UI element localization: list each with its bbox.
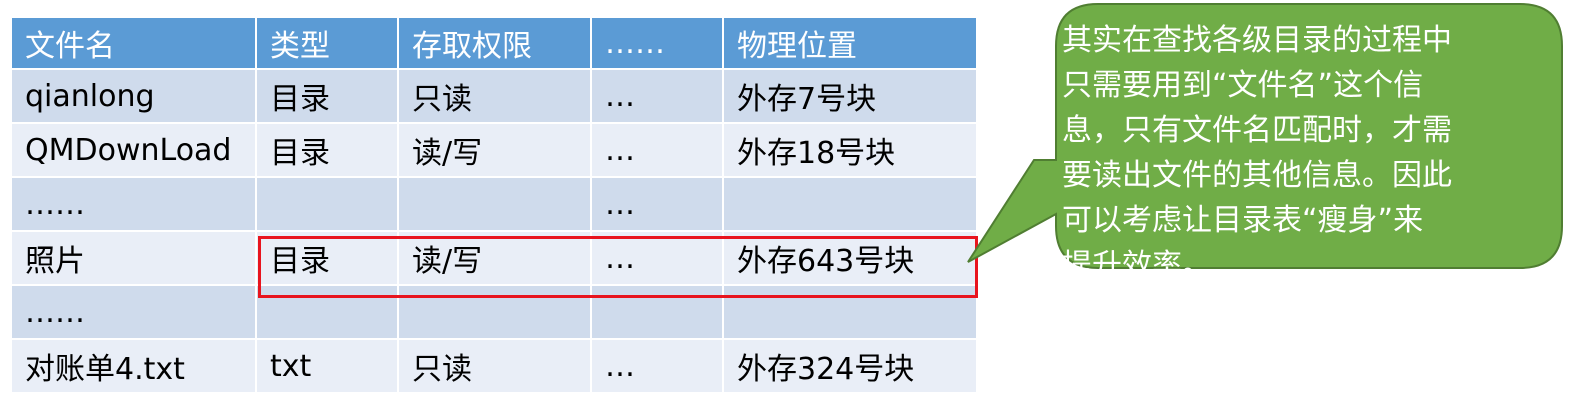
- cell-location: 外存18号块: [722, 122, 978, 178]
- table-header-row: 文件名 类型 存取权限 …… 物理位置: [10, 16, 978, 70]
- header-access: 存取权限: [397, 16, 592, 70]
- cell-ellipsis: [590, 284, 724, 340]
- cell-type: 目录: [255, 230, 399, 286]
- cell-filename: 照片: [10, 230, 257, 286]
- table-row: 对账单4.txt txt 只读 … 外存324号块: [10, 338, 978, 394]
- cell-location: 外存7号块: [722, 68, 978, 124]
- cell-ellipsis: …: [590, 338, 724, 394]
- callout-line: 要读出文件的其他信息。因此: [1062, 158, 1452, 193]
- table-row: QMDownLoad 目录 读/写 … 外存18号块: [10, 122, 978, 178]
- cell-location: [722, 284, 978, 340]
- callout-line: 息，只有文件名匹配时，才需: [1062, 113, 1452, 148]
- cell-ellipsis: …: [590, 68, 724, 124]
- callout-line: 提升效率。: [1062, 248, 1212, 283]
- cell-filename: QMDownLoad: [10, 122, 257, 178]
- header-filename: 文件名: [10, 16, 257, 70]
- cell-location: 外存643号块: [722, 230, 978, 286]
- directory-table: 文件名 类型 存取权限 …… 物理位置 qianlong 目录 只读 … 外存7…: [10, 16, 978, 394]
- callout-line: 其实在查找各级目录的过程中: [1062, 23, 1452, 58]
- cell-access: 读/写: [397, 230, 592, 286]
- header-ellipsis: ……: [590, 16, 724, 70]
- cell-location: [722, 176, 978, 232]
- table-row: …… …: [10, 176, 978, 232]
- cell-type: 目录: [255, 122, 399, 178]
- cell-location: 外存324号块: [722, 338, 978, 394]
- callout-text: 其实在查找各级目录的过程中 只需要用到“文件名”这个信 息，只有文件名匹配时，才…: [1062, 18, 1522, 288]
- cell-filename: 对账单4.txt: [10, 338, 257, 394]
- cell-type: [255, 284, 399, 340]
- cell-filename: ……: [10, 284, 257, 340]
- callout-line: 只需要用到“文件名”这个信: [1062, 68, 1424, 103]
- callout-line: 可以考虑让目录表“瘦身”来: [1062, 203, 1424, 238]
- table-row-highlighted: 照片 目录 读/写 … 外存643号块: [10, 230, 978, 286]
- cell-access: 读/写: [397, 122, 592, 178]
- slide: 文件名 类型 存取权限 …… 物理位置 qianlong 目录 只读 … 外存7…: [0, 0, 1580, 416]
- cell-access: 只读: [397, 68, 592, 124]
- cell-access: [397, 176, 592, 232]
- table-row: ……: [10, 284, 978, 340]
- cell-access: [397, 284, 592, 340]
- table-row: qianlong 目录 只读 … 外存7号块: [10, 68, 978, 124]
- header-location: 物理位置: [722, 16, 978, 70]
- cell-access: 只读: [397, 338, 592, 394]
- header-type: 类型: [255, 16, 399, 70]
- cell-type: [255, 176, 399, 232]
- cell-filename: qianlong: [10, 68, 257, 124]
- cell-ellipsis: …: [590, 122, 724, 178]
- cell-filename: ……: [10, 176, 257, 232]
- cell-ellipsis: …: [590, 176, 724, 232]
- cell-type: txt: [255, 338, 399, 394]
- cell-ellipsis: …: [590, 230, 724, 286]
- cell-type: 目录: [255, 68, 399, 124]
